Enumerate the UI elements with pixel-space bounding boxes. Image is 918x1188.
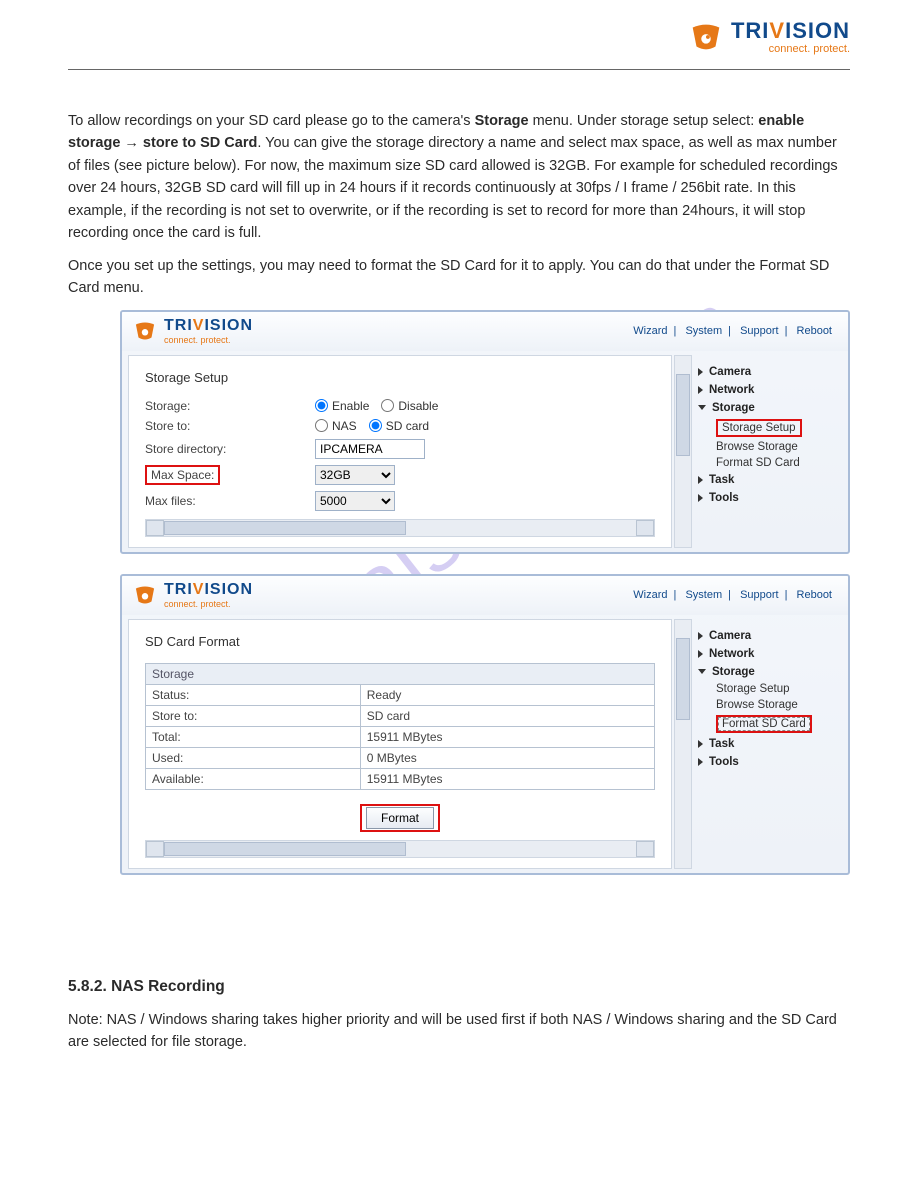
- brand-logo: TRIVISION connect. protect.: [687, 18, 850, 56]
- sidebar-item-storage[interactable]: Storage: [694, 399, 842, 417]
- select-maxfiles[interactable]: 5000: [315, 491, 395, 511]
- label-storeto: Store to:: [145, 419, 315, 433]
- sidebar-item-camera[interactable]: Camera: [694, 363, 842, 381]
- scrollbar-vertical[interactable]: [674, 619, 692, 869]
- logo-mark-icon: [687, 18, 725, 56]
- sidebar-item-task[interactable]: Task: [694, 735, 842, 753]
- scrollbar-horizontal[interactable]: [145, 840, 655, 858]
- sidebar-sub-format-sd[interactable]: Format SD Card: [694, 455, 842, 471]
- radio-disable[interactable]: Disable: [381, 399, 438, 413]
- radio-nas[interactable]: NAS: [315, 419, 357, 433]
- chevron-right-icon: [698, 740, 703, 748]
- table-row: Used:0 MBytes: [146, 747, 655, 768]
- link-reboot[interactable]: Reboot: [797, 589, 832, 601]
- sidebar-sub-format-sd[interactable]: Format SD Card: [694, 713, 842, 735]
- highlight-maxspace-label: Max Space:: [145, 465, 220, 485]
- sidebar-item-tools[interactable]: Tools: [694, 753, 842, 771]
- brand-text-c: ISION: [785, 18, 850, 43]
- brand-text-a: TRI: [731, 18, 769, 43]
- table-header: Storage: [146, 663, 655, 684]
- label-maxfiles: Max files:: [145, 494, 315, 508]
- link-system[interactable]: System: [685, 589, 722, 601]
- link-wizard[interactable]: Wizard: [633, 325, 667, 337]
- table-row: Store to:SD card: [146, 705, 655, 726]
- chevron-right-icon: [698, 476, 703, 484]
- format-button[interactable]: Format: [366, 807, 434, 829]
- link-support[interactable]: Support: [740, 325, 779, 337]
- highlight-format-sd: Format SD Card: [716, 715, 812, 733]
- chevron-right-icon: [698, 368, 703, 376]
- app-logo: TRIVISIONconnect. protect.: [132, 318, 253, 345]
- link-support[interactable]: Support: [740, 589, 779, 601]
- sidebar: Camera Network Storage Storage Setup Bro…: [694, 619, 842, 869]
- link-reboot[interactable]: Reboot: [797, 325, 832, 337]
- chevron-right-icon: [698, 758, 703, 766]
- sidebar-sub-storage-setup[interactable]: Storage Setup: [694, 681, 842, 697]
- screenshot-format-sd: TRIVISIONconnect. protect. Wizard| Syste…: [120, 574, 850, 875]
- sidebar-item-tools[interactable]: Tools: [694, 489, 842, 507]
- brand-text-v: V: [769, 18, 785, 43]
- storage-table: Storage Status:Ready Store to:SD card To…: [145, 663, 655, 790]
- sidebar: Camera Network Storage Storage Setup Bro…: [694, 355, 842, 548]
- chevron-down-icon: [698, 405, 706, 410]
- panel-storage-setup: Storage Setup Storage: Enable Disable St…: [128, 355, 672, 548]
- doc-para-2: Once you set up the settings, you may ne…: [68, 255, 850, 300]
- top-links: Wizard| System| Support| Reboot: [627, 589, 838, 601]
- chevron-down-icon: [698, 669, 706, 674]
- sidebar-item-network[interactable]: Network: [694, 381, 842, 399]
- link-system[interactable]: System: [685, 325, 722, 337]
- doc-para-1: To allow recordings on your SD card plea…: [68, 110, 850, 245]
- panel-title: SD Card Format: [145, 634, 655, 649]
- table-row: Available:15911 MBytes: [146, 768, 655, 789]
- doc-para-3: Note: NAS / Windows sharing takes higher…: [68, 1009, 850, 1054]
- top-links: Wizard| System| Support| Reboot: [627, 325, 838, 337]
- panel-title: Storage Setup: [145, 370, 655, 385]
- section-heading-nas: 5.8.2. NAS Recording: [68, 975, 850, 999]
- page-header: TRIVISION connect. protect.: [0, 0, 918, 61]
- sidebar-item-storage[interactable]: Storage: [694, 663, 842, 681]
- sidebar-item-camera[interactable]: Camera: [694, 627, 842, 645]
- sidebar-sub-browse-storage[interactable]: Browse Storage: [694, 439, 842, 455]
- highlight-format-button: Format: [360, 804, 440, 832]
- brand-tagline: connect. protect.: [731, 44, 850, 55]
- chevron-right-icon: [698, 494, 703, 502]
- table-row: Total:15911 MBytes: [146, 726, 655, 747]
- table-row: Status:Ready: [146, 684, 655, 705]
- sidebar-sub-browse-storage[interactable]: Browse Storage: [694, 697, 842, 713]
- scrollbar-horizontal[interactable]: [145, 519, 655, 537]
- panel-sd-format: SD Card Format Storage Status:Ready Stor…: [128, 619, 672, 869]
- sidebar-sub-storage-setup[interactable]: Storage Setup: [694, 417, 842, 439]
- link-wizard[interactable]: Wizard: [633, 589, 667, 601]
- chevron-right-icon: [698, 650, 703, 658]
- scrollbar-vertical[interactable]: [674, 355, 692, 548]
- screenshot-storage-setup: TRIVISIONconnect. protect. Wizard| Syste…: [120, 310, 850, 554]
- select-maxspace[interactable]: 32GB: [315, 465, 395, 485]
- label-directory: Store directory:: [145, 442, 315, 456]
- app-logo: TRIVISIONconnect. protect.: [132, 582, 253, 609]
- highlight-storage-setup: Storage Setup: [716, 419, 802, 437]
- logo-mark-icon: [132, 318, 158, 344]
- sidebar-item-network[interactable]: Network: [694, 645, 842, 663]
- radio-enable[interactable]: Enable: [315, 399, 369, 413]
- chevron-right-icon: [698, 386, 703, 394]
- label-storage: Storage:: [145, 399, 315, 413]
- radio-sdcard[interactable]: SD card: [369, 419, 429, 433]
- sidebar-item-task[interactable]: Task: [694, 471, 842, 489]
- input-directory[interactable]: [315, 439, 425, 459]
- chevron-right-icon: [698, 632, 703, 640]
- logo-mark-icon: [132, 582, 158, 608]
